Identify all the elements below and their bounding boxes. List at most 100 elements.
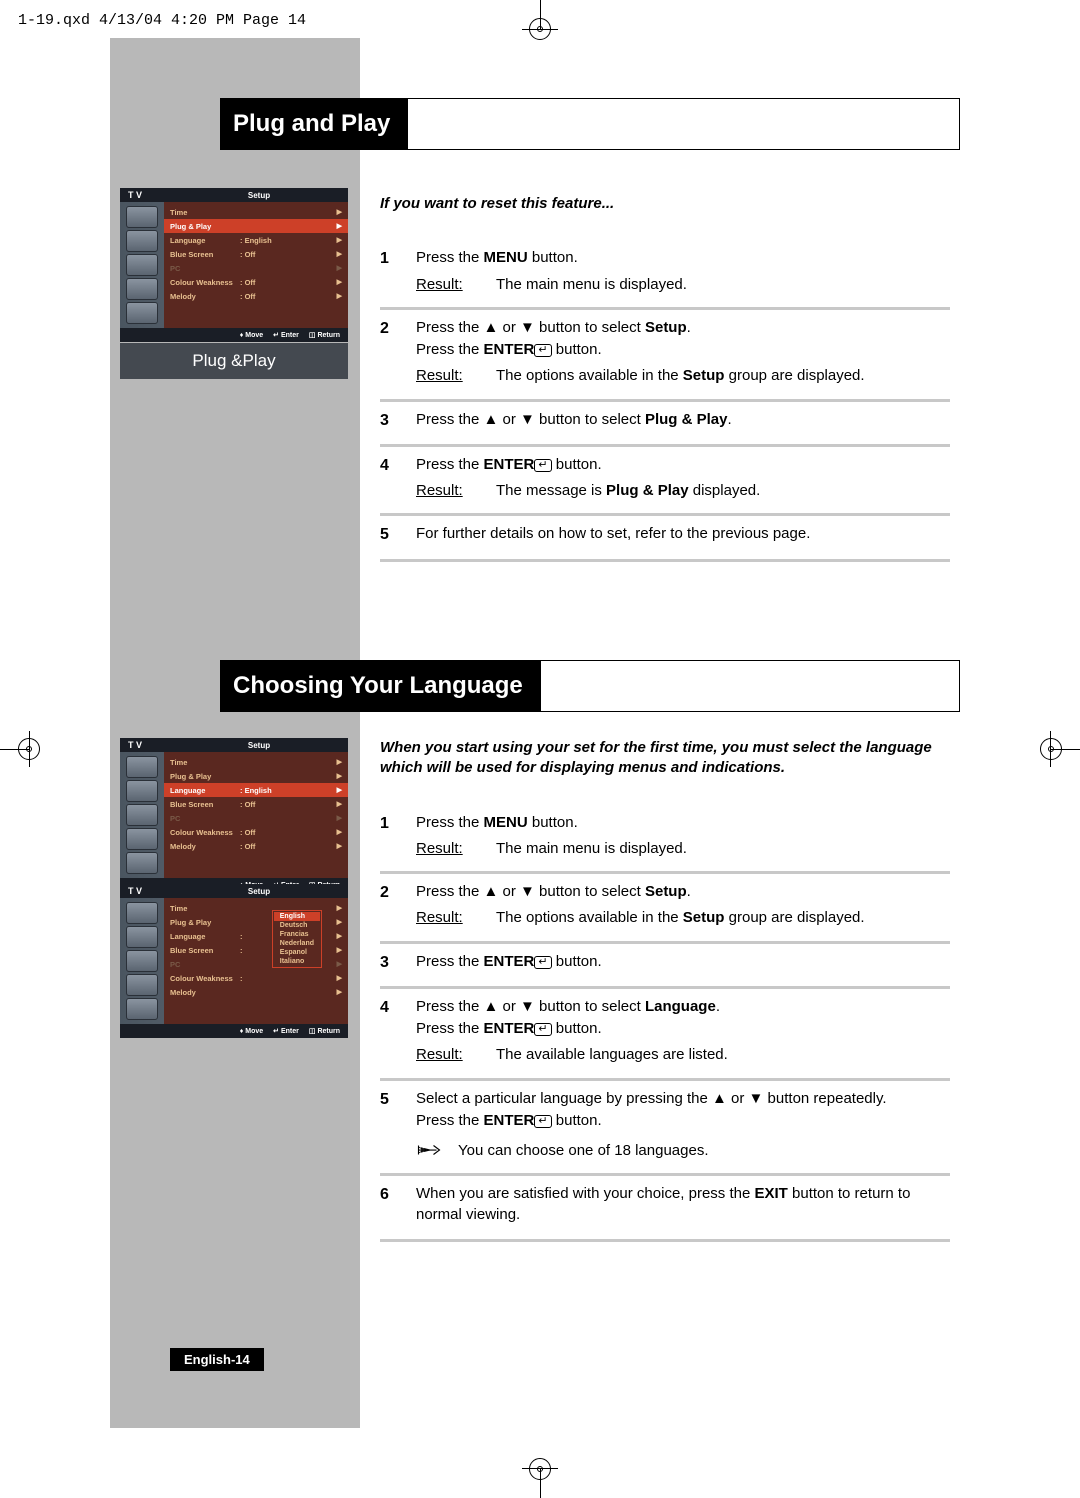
osd-setup-language: T V Setup Time▶Plug & Play▶Language: Eng… [120,738,348,892]
step-number: 6 [380,1184,416,1227]
osd-section-label: Setup [170,887,348,896]
step-text: Press the ENTER↵ button. [416,952,950,972]
osd-plug-and-play-popup: Plug &Play [120,343,348,379]
osd-icon [126,254,158,276]
step-text: Press the ENTER↵ button. [416,1019,950,1039]
crop-mark-right [1040,729,1080,769]
osd-icon [126,852,158,874]
osd-menu-row: Time▶ [164,205,348,219]
osd-icon [126,804,158,826]
result-label: Result: [416,481,496,501]
osd-icon [126,756,158,778]
osd-menu: Time▶Plug & Play▶Language: English▶Blue … [164,752,348,878]
section-title: Choosing Your Language [221,661,541,711]
osd-language-option: Italiano [274,957,320,966]
osd-language-option: English [274,912,320,921]
instruction-step: 4Press the ▲ or ▼ button to select Langu… [380,989,950,1081]
step-text: When you are satisfied with your choice,… [416,1184,950,1225]
osd-setup-language-list: T V Setup Time▶Plug & Play▶Language:▶Blu… [120,884,348,1038]
osd-category-icons [120,202,164,328]
step-number: 2 [380,318,416,387]
osd-icon [126,902,158,924]
step-number: 3 [380,410,416,432]
osd-hint-return: ◫ Return [309,331,340,339]
osd-icon [126,828,158,850]
osd-menu-row: Melody: Off▶ [164,289,348,303]
step-number: 4 [380,455,416,502]
step-number: 5 [380,524,416,546]
instruction-step: 1Press the MENU button. Result:The main m… [380,805,950,875]
result-text: The available languages are listed. [496,1045,950,1065]
step-number: 1 [380,248,416,295]
crop-mark-bottom [520,1458,560,1498]
instruction-step: 5Select a particular language by pressin… [380,1081,950,1177]
section-header-plug-and-play: Plug and Play [220,98,960,150]
result-label: Result: [416,1045,496,1065]
osd-language-popup: EnglishDeutschFranciasNederlandEspanolIt… [272,910,322,968]
osd-menu-row: Colour Weakness: Off▶ [164,825,348,839]
result-text: The options available in the Setup group… [496,366,950,386]
result-text: The main menu is displayed. [496,275,950,295]
instruction-step: 2Press the ▲ or ▼ button to select Setup… [380,874,950,944]
instruction-step: 2Press the ▲ or ▼ button to select Setup… [380,310,950,402]
osd-menu-row: Language: English▶ [164,783,348,797]
step-text: Press the ▲ or ▼ button to select Plug &… [416,410,950,430]
step-text: Press the ENTER↵ button. [416,340,950,360]
result-label: Result: [416,839,496,859]
osd-hint-move: ♦ Move [240,1028,263,1035]
osd-icon [126,230,158,252]
result-text: The message is Plug & Play displayed. [496,481,950,501]
step-text: Select a particular language by pressing… [416,1089,950,1109]
osd-tv-label: T V [120,740,170,750]
osd-menu-row: PC▶ [164,811,348,825]
osd-icon [126,998,158,1020]
osd-hint-return: ◫ Return [309,1027,340,1035]
intro-text: If you want to reset this feature... [380,194,950,214]
instruction-step: 3Press the ENTER↵ button. [380,944,950,989]
step-text: Press the MENU button. [416,813,950,833]
intro-text: When you start using your set for the fi… [380,738,950,779]
osd-language-option: Francias [274,930,320,939]
step-text: Press the ▲ or ▼ button to select Setup. [416,318,950,338]
osd-language-option: Nederland [274,939,320,948]
note-text: You can choose one of 18 languages. [458,1141,709,1161]
instructions-language: When you start using your set for the fi… [380,738,950,1242]
osd-menu-row: Melody: Off▶ [164,839,348,853]
step-number: 3 [380,952,416,974]
step-text: Press the ▲ or ▼ button to select Setup. [416,882,950,902]
osd-menu-row: Language: English▶ [164,233,348,247]
instruction-step: 5For further details on how to set, refe… [380,516,950,561]
step-number: 1 [380,813,416,860]
instruction-step: 1Press the MENU button.Result:The main m… [380,240,950,310]
osd-menu-row: Colour Weakness: Off▶ [164,275,348,289]
osd-bottom-bar: ♦ Move ↵ Enter ◫ Return [120,328,348,342]
step-text: Press the ▲ or ▼ button to select Langua… [416,997,950,1017]
osd-icon [126,780,158,802]
result-text: The options available in the Setup group… [496,908,950,928]
osd-category-icons [120,752,164,878]
osd-icon [126,950,158,972]
crop-mark-left [0,729,40,769]
osd-language-option: Espanol [274,948,320,957]
instruction-step: 4Press the ENTER↵ button. Result:The mess… [380,447,950,517]
result-text: The main menu is displayed. [496,839,950,859]
osd-menu-row: Time▶ [164,755,348,769]
osd-icon [126,206,158,228]
step-text: Press the ENTER↵ button. [416,1111,950,1131]
result-label: Result: [416,366,496,386]
osd-menu-row: PC▶ [164,261,348,275]
instruction-step: 3Press the ▲ or ▼ button to select Plug … [380,402,950,447]
crop-mark-top [520,0,560,40]
step-number: 4 [380,997,416,1066]
result-label: Result: [416,908,496,928]
instruction-step: 6When you are satisfied with your choice… [380,1176,950,1242]
step-text: For further details on how to set, refer… [416,524,950,544]
osd-menu-row: Melody▶ [164,985,348,999]
step-number: 5 [380,1089,416,1162]
step-text: Press the ENTER↵ button. [416,455,950,475]
osd-bottom-bar: ♦ Move ↵ Enter ◫ Return [120,1024,348,1038]
osd-setup-plug-and-play: T V Setup Time▶Plug & Play▶Language: Eng… [120,188,348,342]
result-label: Result: [416,275,496,295]
osd-hint-enter: ↵ Enter [273,1027,299,1035]
instructions-plug-and-play: If you want to reset this feature... 1Pr… [380,194,950,562]
